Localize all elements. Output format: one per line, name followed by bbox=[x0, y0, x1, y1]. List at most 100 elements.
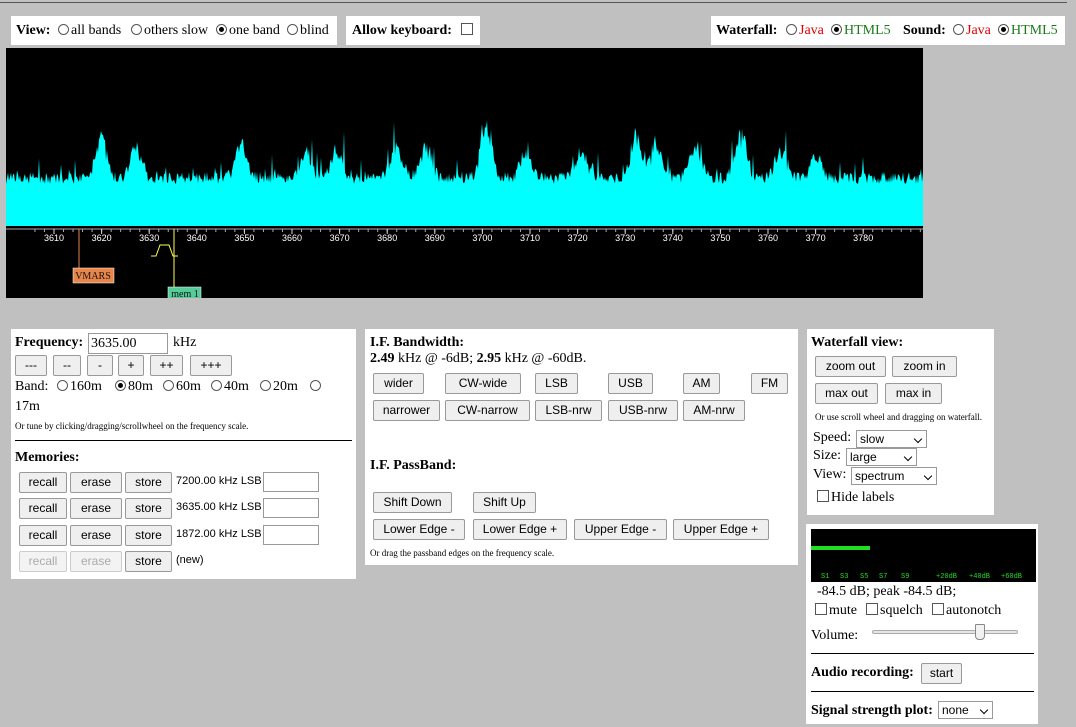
autonotch-checkbox[interactable] bbox=[932, 603, 944, 615]
lower-edge-plus-button[interactable]: Lower Edge + bbox=[473, 519, 567, 540]
radio-icon[interactable] bbox=[57, 380, 68, 391]
view-option-all-bands[interactable]: all bands bbox=[55, 23, 121, 39]
autonotch-option[interactable]: autonotch bbox=[932, 603, 1001, 619]
memory-1-erase-button[interactable]: erase bbox=[70, 472, 122, 493]
sound-java-option[interactable]: Java bbox=[950, 23, 991, 39]
memory-3-erase-button[interactable]: erase bbox=[70, 525, 122, 546]
s-meter-scale-label: +60dB bbox=[1001, 573, 1022, 581]
mute-checkbox[interactable] bbox=[815, 603, 827, 615]
allow-keyboard-checkbox[interactable] bbox=[461, 23, 473, 35]
sound-html5-option[interactable]: HTML5 bbox=[995, 23, 1058, 39]
max-out-button[interactable]: max out bbox=[815, 383, 878, 404]
memory-2-recall-button[interactable]: recall bbox=[19, 498, 67, 519]
memory-2-store-button[interactable]: store bbox=[125, 498, 172, 519]
view-option-one-band[interactable]: one band bbox=[213, 23, 280, 39]
volume-slider[interactable] bbox=[872, 624, 1018, 640]
upper-edge-minus-button[interactable]: Upper Edge - bbox=[574, 519, 667, 540]
step-up-2-button[interactable]: ++ bbox=[150, 355, 183, 376]
memory-new-recall-button[interactable]: recall bbox=[19, 551, 67, 572]
divider bbox=[811, 691, 1034, 692]
start-recording-button[interactable]: start bbox=[921, 663, 962, 684]
narrower-button[interactable]: narrower bbox=[373, 400, 440, 421]
memory-3-store-button[interactable]: store bbox=[125, 525, 172, 546]
size-label: Size: bbox=[813, 448, 841, 463]
band-20m[interactable]: 20m bbox=[257, 379, 298, 395]
radio-checked-icon[interactable] bbox=[216, 24, 227, 35]
shift-up-button[interactable]: Shift Up bbox=[473, 492, 536, 513]
band-40m[interactable]: 40m bbox=[208, 379, 249, 395]
lower-edge-minus-button[interactable]: Lower Edge - bbox=[373, 519, 465, 540]
waterfall-java-option[interactable]: Java bbox=[783, 23, 824, 39]
volume-slider-thumb[interactable] bbox=[974, 624, 985, 640]
memory-new-erase-button[interactable]: erase bbox=[70, 551, 122, 572]
max-in-button[interactable]: max in bbox=[885, 383, 942, 404]
radio-checked-icon[interactable] bbox=[831, 24, 842, 35]
wider-button[interactable]: wider bbox=[373, 373, 424, 394]
frequency-input[interactable]: 3635.00 bbox=[88, 333, 168, 354]
mute-option[interactable]: mute bbox=[815, 603, 857, 619]
radio-icon[interactable] bbox=[211, 380, 222, 391]
zoom-out-button[interactable]: zoom out bbox=[815, 356, 886, 377]
spectrum-display[interactable]: 3610 3620 3630 3640 3650 3660 3670 3680 3690 3700… bbox=[6, 48, 923, 298]
memory-2-label-input[interactable] bbox=[263, 498, 319, 518]
memory-3-label-input[interactable] bbox=[263, 525, 319, 545]
radio-icon[interactable] bbox=[58, 24, 69, 35]
radio-icon[interactable] bbox=[131, 24, 142, 35]
axis-tick-label: 3610 bbox=[44, 233, 64, 243]
hide-labels-checkbox[interactable] bbox=[817, 490, 829, 502]
memory-new-store-button[interactable]: store bbox=[125, 551, 172, 572]
memory-1-store-button[interactable]: store bbox=[125, 472, 172, 493]
step-down-2-button[interactable]: -- bbox=[53, 355, 81, 376]
size-select[interactable]: large bbox=[846, 448, 917, 466]
spectrum-trace bbox=[6, 120, 923, 226]
memory-2-erase-button[interactable]: erase bbox=[70, 498, 122, 519]
radio-icon[interactable] bbox=[260, 380, 271, 391]
step-up-1-button[interactable]: + bbox=[118, 355, 144, 376]
waterfall-html5-option[interactable]: HTML5 bbox=[828, 23, 891, 39]
lsb-button[interactable]: LSB bbox=[535, 373, 578, 394]
tune-hint: Or tune by clicking/dragging/scrollwheel… bbox=[15, 421, 249, 431]
signal-plot-label: Signal strength plot: bbox=[811, 703, 933, 718]
radio-icon[interactable] bbox=[786, 24, 797, 35]
speed-select[interactable]: slow bbox=[856, 430, 927, 448]
am-button[interactable]: AM bbox=[683, 373, 720, 394]
signal-plot-select[interactable]: none bbox=[938, 701, 993, 719]
hide-labels-option[interactable]: Hide labels bbox=[817, 490, 894, 506]
spectrum-graph[interactable]: 3610 3620 3630 3640 3650 3660 3670 3680 3690 3700… bbox=[6, 48, 923, 298]
memory-3-recall-button[interactable]: recall bbox=[19, 525, 67, 546]
zoom-in-button[interactable]: zoom in bbox=[892, 356, 957, 377]
band-80m[interactable]: 80m bbox=[112, 379, 153, 395]
radio-icon[interactable] bbox=[163, 380, 174, 391]
radio-icon[interactable] bbox=[310, 380, 321, 391]
step-down-3-button[interactable]: --- bbox=[15, 355, 47, 376]
memory-1-label-input[interactable] bbox=[263, 472, 319, 492]
band-60m[interactable]: 60m bbox=[160, 379, 201, 395]
memory-1-recall-button[interactable]: recall bbox=[19, 472, 67, 493]
view-mode-label: View: bbox=[813, 467, 847, 482]
radio-icon[interactable] bbox=[287, 24, 298, 35]
am-nrw-button[interactable]: AM-nrw bbox=[683, 400, 745, 421]
shift-down-button[interactable]: Shift Down bbox=[373, 492, 452, 513]
waterfall-view-panel: Waterfall view: zoom out zoom in max out… bbox=[807, 329, 994, 515]
radio-checked-icon[interactable] bbox=[998, 24, 1009, 35]
view-mode-select[interactable]: spectrum bbox=[851, 467, 937, 485]
squelch-option[interactable]: squelch bbox=[866, 603, 923, 619]
squelch-checkbox[interactable] bbox=[866, 603, 878, 615]
step-down-1-button[interactable]: - bbox=[87, 355, 113, 376]
lsb-nrw-button[interactable]: LSB-nrw bbox=[535, 400, 602, 421]
view-option-blind[interactable]: blind bbox=[284, 23, 329, 39]
usb-nrw-button[interactable]: USB-nrw bbox=[608, 400, 678, 421]
fm-button[interactable]: FM bbox=[751, 373, 788, 394]
step-up-3-button[interactable]: +++ bbox=[190, 355, 232, 376]
radio-icon[interactable] bbox=[953, 24, 964, 35]
usb-button[interactable]: USB bbox=[608, 373, 653, 394]
band-17m-radio[interactable] bbox=[307, 379, 323, 395]
band-160m[interactable]: 160m bbox=[54, 379, 102, 395]
axis-tick-label: 3630 bbox=[139, 233, 159, 243]
view-option-others-slow[interactable]: others slow bbox=[128, 23, 208, 39]
radio-checked-icon[interactable] bbox=[115, 380, 126, 391]
cw-wide-button[interactable]: CW-wide bbox=[445, 373, 521, 394]
s-meter-scale-label: S9 bbox=[901, 573, 909, 581]
cw-narrow-button[interactable]: CW-narrow bbox=[445, 400, 530, 421]
upper-edge-plus-button[interactable]: Upper Edge + bbox=[673, 519, 769, 540]
